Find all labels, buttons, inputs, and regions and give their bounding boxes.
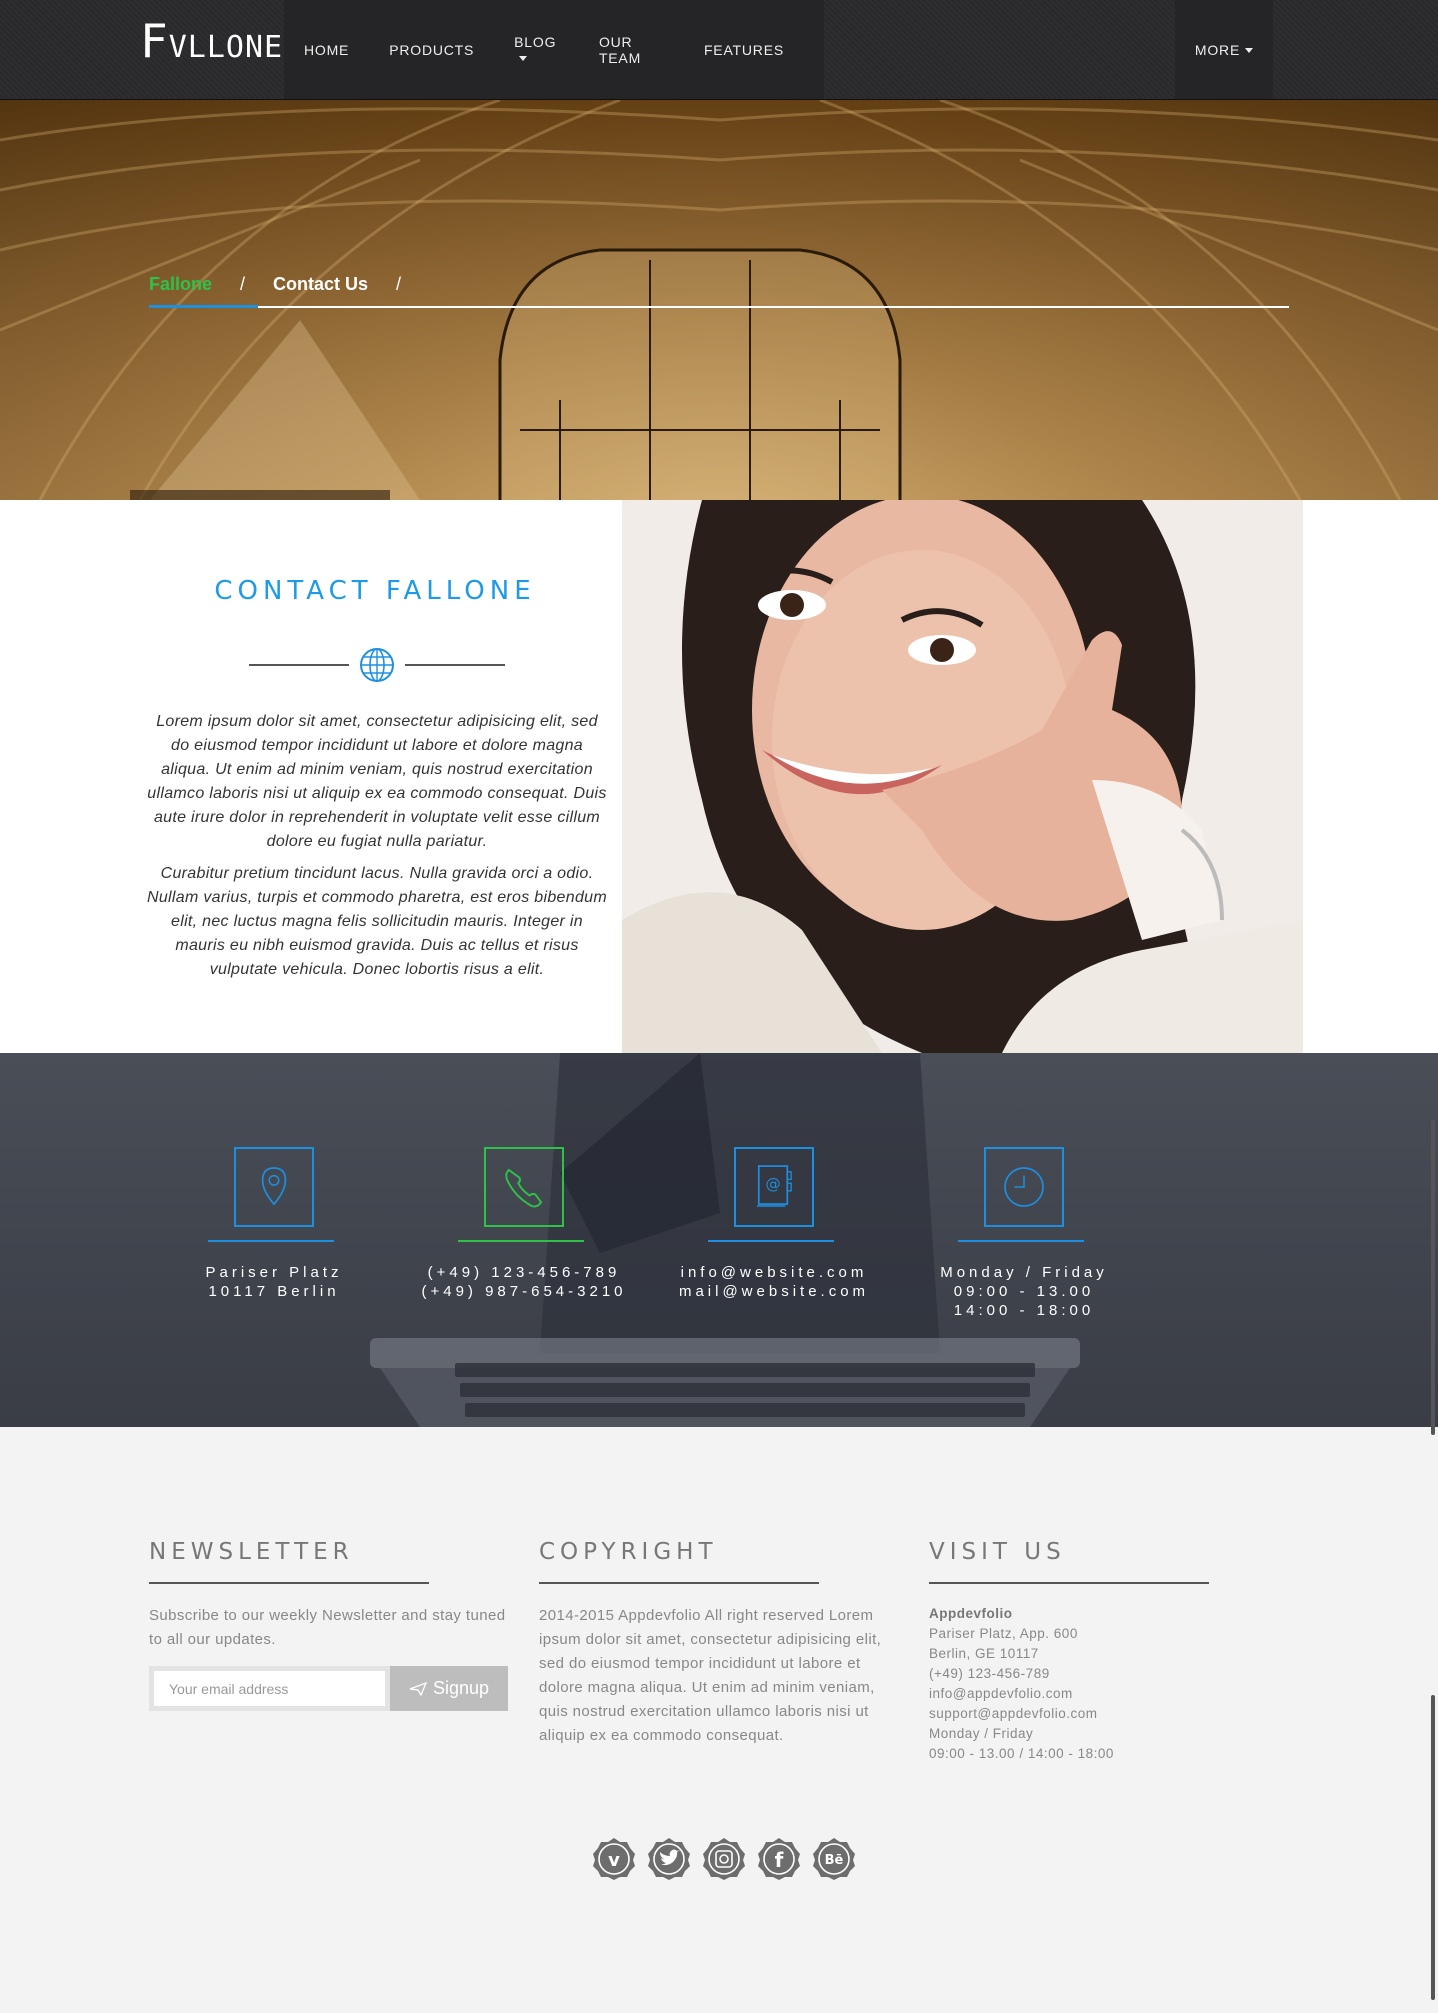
nav-blog-label: BLOG	[514, 33, 557, 50]
globe-icon	[360, 648, 394, 682]
nav-our-team[interactable]: OUR TEAM	[599, 34, 664, 66]
info-phone-text: (+49) 123-456-789 (+49) 987-654-3210	[414, 1263, 634, 1301]
copyright-text: 2014-2015 Appdevfolio All right reserved…	[539, 1607, 882, 1744]
vimeo-glyph: v	[608, 1850, 620, 1871]
visit-heading: VISIT US	[929, 1539, 1066, 1565]
instagram-icon[interactable]	[702, 1837, 746, 1881]
facebook-icon[interactable]: f	[757, 1837, 801, 1881]
info-line-1: Monday / Friday	[940, 1264, 1108, 1281]
scrollbar-thumb[interactable]	[1431, 1120, 1435, 1435]
heading-underline	[929, 1582, 1209, 1584]
phone-icon	[484, 1147, 564, 1227]
top-navbar: FVLLONE HOME PRODUCTS BLOG OUR TEAM FEAT…	[0, 0, 1438, 100]
nav-home[interactable]: HOME	[304, 42, 349, 58]
logo-text: VLLONE	[168, 30, 284, 65]
footer: NEWSLETTER Subscribe to our weekly Newsl…	[0, 1427, 1438, 2013]
info-line-1[interactable]: info@website.com	[664, 1263, 884, 1282]
breadcrumb: Fallone / Contact Us /	[149, 272, 1289, 308]
info-underline	[958, 1240, 1084, 1242]
info-underline	[208, 1240, 334, 1242]
info-underline	[708, 1240, 834, 1242]
main-nav: HOME PRODUCTS BLOG OUR TEAM FEATURES	[284, 0, 824, 99]
scrollbar-thumb-secondary[interactable]	[1431, 1695, 1435, 2000]
visit-line[interactable]: support@appdevfolio.com	[929, 1704, 1229, 1724]
copyright-column: COPYRIGHT 2014-2015 Appdevfolio All righ…	[539, 1539, 899, 1748]
email-input[interactable]	[149, 1666, 390, 1711]
newsletter-form: Signup	[149, 1666, 508, 1711]
info-address-text: Pariser Platz 10117 Berlin	[164, 1263, 384, 1301]
newsletter-heading: NEWSLETTER	[149, 1539, 354, 1565]
paper-plane-icon	[409, 1681, 427, 1696]
nav-products[interactable]: PRODUCTS	[389, 42, 474, 58]
svg-text:@: @	[765, 1175, 780, 1193]
map-pin-icon	[234, 1147, 314, 1227]
nav-features[interactable]: FEATURES	[704, 42, 784, 58]
info-line-2: 09:00 - 13.00	[953, 1283, 1095, 1300]
visit-line: (+49) 123-456-789	[929, 1666, 1050, 1681]
breadcrumb-separator: /	[396, 274, 402, 294]
signup-button[interactable]: Signup	[390, 1666, 508, 1711]
contact-paragraph-2: Curabitur pretium tincidunt lacus. Nulla…	[147, 865, 607, 978]
logo-initial: F	[140, 14, 169, 68]
visit-column: VISIT US Appdevfolio Pariser Platz, App.…	[929, 1539, 1229, 1764]
visit-address: Appdevfolio Pariser Platz, App. 600 Berl…	[929, 1604, 1229, 1764]
breadcrumb-home[interactable]: Fallone	[149, 272, 212, 296]
contact-paragraph-1: Lorem ipsum dolor sit amet, consectetur …	[147, 713, 607, 850]
signup-label: Signup	[432, 1678, 490, 1698]
company-name: Appdevfolio	[929, 1606, 1013, 1621]
address-book-icon: @	[734, 1147, 814, 1227]
info-line-3: 14:00 - 18:00	[953, 1302, 1095, 1319]
behance-icon[interactable]: Bē	[812, 1837, 856, 1881]
heading-underline	[539, 1582, 819, 1584]
title-divider	[249, 647, 505, 683]
heading-underline	[149, 1582, 429, 1584]
hero-banner: Fallone / Contact Us /	[0, 100, 1438, 500]
nav-blog[interactable]: BLOG	[514, 34, 559, 66]
visit-line: Monday / Friday	[929, 1726, 1034, 1741]
breadcrumb-current: Contact Us	[273, 274, 369, 294]
info-email-text: info@website.com mail@website.com	[664, 1263, 884, 1301]
caret-down-icon	[1245, 48, 1254, 54]
behance-glyph: Bē	[825, 1853, 844, 1868]
site-logo[interactable]: FVLLONE	[140, 16, 283, 73]
vimeo-icon[interactable]: v	[592, 1837, 636, 1881]
divider-line-left	[249, 664, 349, 666]
visit-line: Berlin, GE 10117	[929, 1646, 1039, 1661]
facebook-glyph: f	[775, 1848, 784, 1872]
contact-section: CONTACT FALLONE Lorem ipsum dolor sit am…	[0, 500, 1438, 1053]
newsletter-column: NEWSLETTER Subscribe to our weekly Newsl…	[149, 1539, 509, 1711]
nav-more[interactable]: MORE	[1175, 0, 1273, 99]
info-line-2[interactable]: mail@website.com	[664, 1282, 884, 1301]
contact-info-band: Pariser Platz 10117 Berlin (+49) 123-456…	[0, 1053, 1438, 1427]
newsletter-text: Subscribe to our weekly Newsletter and s…	[149, 1607, 506, 1648]
nav-more-text: MORE	[1194, 41, 1241, 58]
twitter-icon[interactable]	[647, 1837, 691, 1881]
info-line-1: (+49) 123-456-789	[427, 1264, 621, 1281]
caret-down-icon	[519, 56, 528, 62]
breadcrumb-underline	[149, 306, 1289, 308]
breadcrumb-active-underline	[149, 305, 258, 308]
visit-line[interactable]: info@appdevfolio.com	[929, 1684, 1229, 1704]
contact-title: CONTACT FALLONE	[214, 576, 536, 606]
contact-photo	[622, 500, 1303, 1053]
visit-line: 09:00 - 13.00 / 14:00 - 18:00	[929, 1746, 1114, 1761]
copyright-heading: COPYRIGHT	[539, 1539, 718, 1565]
info-line-1: Pariser Platz	[205, 1264, 343, 1281]
info-hours-text: Monday / Friday 09:00 - 13.00 14:00 - 18…	[914, 1263, 1134, 1320]
social-links: v f Bē	[592, 1837, 856, 1881]
info-underline	[458, 1240, 584, 1242]
info-line-2: 10117 Berlin	[208, 1283, 340, 1300]
divider-line-right	[405, 664, 505, 666]
woman-phone-gesture-image	[622, 500, 1303, 1053]
clock-icon	[984, 1147, 1064, 1227]
nav-more-label: MORE	[1194, 41, 1254, 58]
visit-line: Pariser Platz, App. 600	[929, 1626, 1078, 1641]
info-line-2: (+49) 987-654-3210	[421, 1283, 627, 1300]
breadcrumb-separator: /	[240, 274, 246, 294]
